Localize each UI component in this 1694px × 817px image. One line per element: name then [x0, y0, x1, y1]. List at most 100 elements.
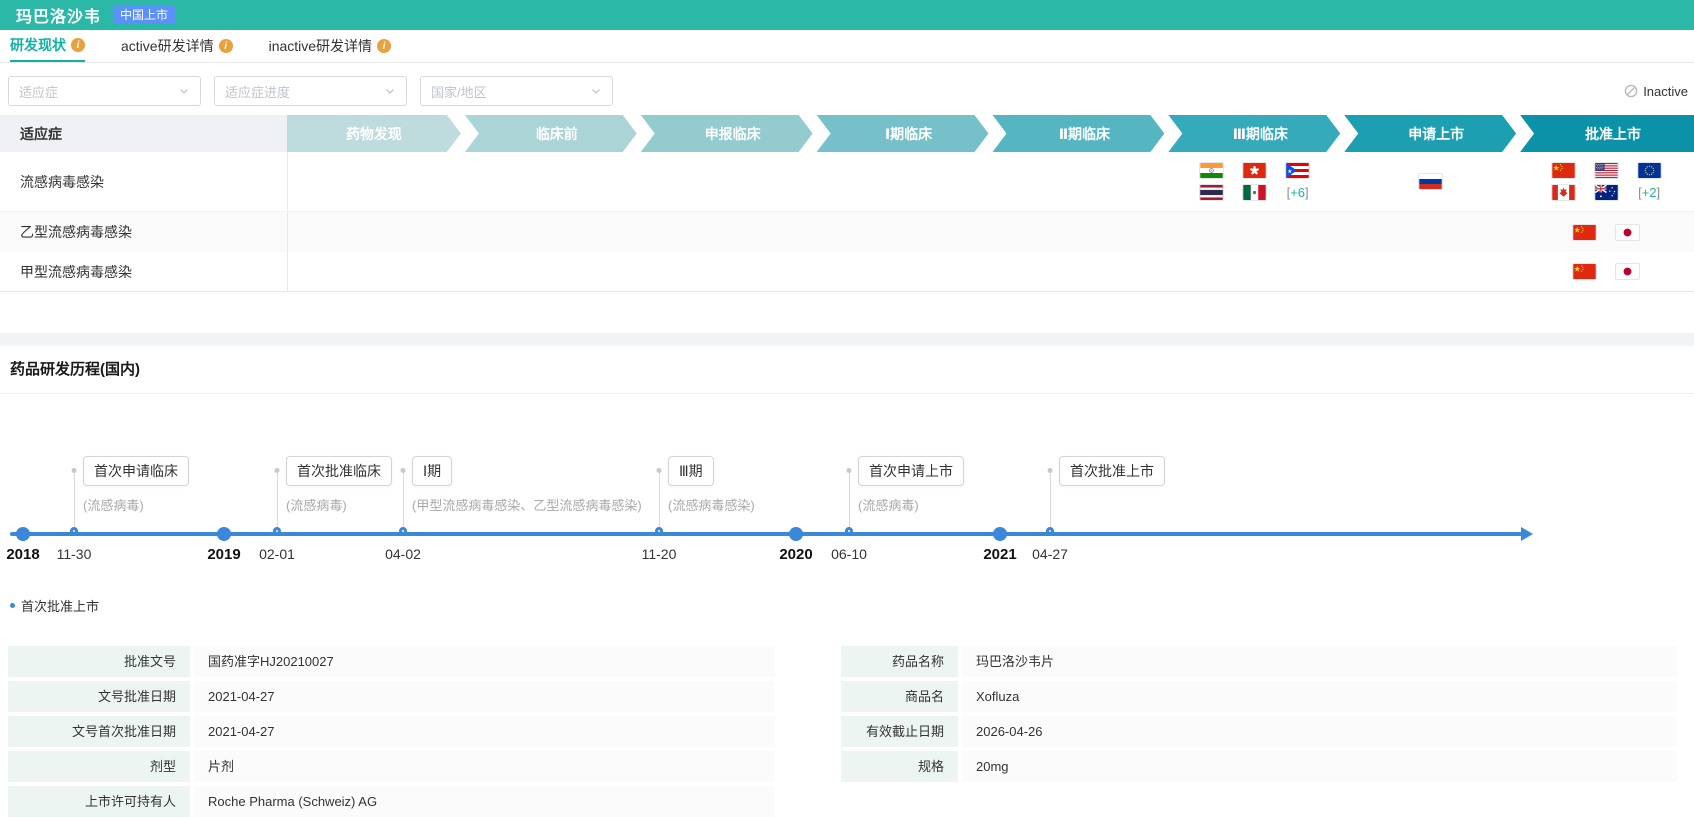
pipeline-cell: [815, 252, 991, 291]
pipeline-stages-svg: 药物发现临床前申报临床Ⅰ期临床Ⅱ期临床Ⅲ期临床申请上市批准上市: [287, 115, 1694, 152]
filter-row: 适应症 适应症进度 国家/地区 Inactive: [8, 76, 1694, 106]
detail-row: 文号批准日期2021-04-27: [8, 681, 775, 712]
timeline-year-label: 2019: [207, 546, 240, 563]
svg-text:批准上市: 批准上市: [1585, 126, 1641, 142]
pipeline-cell: [464, 252, 640, 291]
inactive-toggle[interactable]: Inactive: [1624, 84, 1688, 99]
pipeline-cell: [ +6 ]: [1167, 152, 1343, 211]
flag-usa-icon: [1594, 162, 1619, 179]
timeline-event-sub: (流感病毒): [858, 495, 919, 514]
tab-active-rd-detail[interactable]: active研发详情 i: [121, 30, 233, 62]
pipeline-row: 乙型流感病毒感染: [0, 212, 1694, 252]
chevron-down-icon: [384, 85, 396, 97]
indication-column-header: 适应症: [0, 115, 287, 152]
pipeline-cell: [1343, 152, 1519, 211]
flag-china-icon: [1572, 224, 1597, 241]
select-placeholder: 适应症进度: [225, 82, 290, 101]
stage-header-5: Ⅲ期临床: [1168, 115, 1340, 152]
timeline-stem: [659, 473, 660, 532]
tab-rd-status[interactable]: 研发现状i: [10, 30, 85, 62]
pipeline-cell: [1343, 212, 1519, 252]
timeline-date-label: 06-10: [831, 546, 867, 562]
select-placeholder: 适应症: [19, 82, 58, 101]
timeline-event-sub: (流感病毒): [83, 495, 144, 514]
detail-value: 片剂: [194, 751, 775, 782]
pipeline-cell: [1167, 212, 1343, 252]
pipeline-header: 适应症 药物发现临床前申报临床Ⅰ期临床Ⅱ期临床Ⅲ期临床申请上市批准上市: [0, 115, 1694, 152]
more-countries[interactable]: [ +2 ]: [1637, 185, 1662, 200]
pipeline-cell: [991, 152, 1167, 211]
detail-label: 有效截止日期: [841, 716, 958, 747]
filter-select-country-region[interactable]: 国家/地区: [420, 76, 613, 106]
detail-value: 20mg: [962, 751, 1677, 782]
pipeline-row-cells: [ +6 ] [ +2 ]: [287, 152, 1694, 211]
filter-select-indication[interactable]: 适应症: [8, 76, 201, 106]
pipeline-cell: [288, 152, 464, 211]
tab-label: active研发详情: [121, 36, 214, 56]
flag-line: [1572, 224, 1640, 241]
timeline-year-label: 2018: [6, 546, 39, 563]
approval-title-label: 首次批准上市: [21, 596, 99, 615]
timeline-date-label: 11-20: [642, 546, 677, 562]
stage-header-6: 申请上市: [1344, 115, 1516, 152]
prohibit-icon: [1624, 84, 1638, 98]
flag-india-icon: [1199, 162, 1224, 179]
more-countries[interactable]: [ +6 ]: [1285, 185, 1310, 200]
svg-text:Ⅰ期临床: Ⅰ期临床: [885, 126, 933, 142]
detail-value: Roche Pharma (Schweiz) AG: [194, 786, 775, 817]
detail-label: 上市许可持有人: [8, 786, 190, 817]
timeline-year-dot: [993, 527, 1007, 541]
detail-row: 剂型片剂: [8, 751, 775, 782]
detail-label: 文号批准日期: [8, 681, 190, 712]
app-header: 玛巴洛沙韦 中国上市: [0, 0, 1694, 30]
timeline-event-label: 首次申请临床: [83, 456, 189, 486]
tab-label: inactive研发详情: [269, 36, 372, 56]
timeline-date-label: 04-27: [1032, 546, 1068, 562]
flag-australia-icon: [1594, 184, 1619, 201]
filter-select-indication-progress[interactable]: 适应症进度: [214, 76, 407, 106]
bullet-dot-icon: [10, 603, 15, 608]
timeline-arrow-icon: [1521, 527, 1533, 541]
svg-text:申请上市: 申请上市: [1408, 126, 1464, 142]
pipeline-row: 甲型流感病毒感染: [0, 252, 1694, 292]
flag-mexico-icon: [1242, 184, 1267, 201]
flag-european-union-icon: [1637, 162, 1662, 179]
timeline-event-node: [1046, 527, 1054, 535]
timeline-date-label: 02-01: [259, 546, 295, 562]
stage-header-2: 申报临床: [641, 115, 813, 152]
detail-row: 文号首次批准日期2021-04-27: [8, 716, 775, 747]
detail-table-left: 批准文号国药准字HJ20210027文号批准日期2021-04-27文号首次批准…: [8, 646, 775, 817]
timeline-year-dot: [16, 527, 30, 541]
timeline-event-label: Ⅰ期: [412, 456, 452, 486]
timeline-event-label: 首次申请上市: [858, 456, 964, 486]
chevron-down-icon: [590, 85, 602, 97]
pipeline-cell: [ +2 ]: [1518, 152, 1694, 211]
pipeline-cell: [640, 152, 816, 211]
pipeline-cell: [640, 212, 816, 252]
approval-detail-tables: 批准文号国药准字HJ20210027文号批准日期2021-04-27文号首次批准…: [0, 646, 1694, 817]
tab-inactive-rd-detail[interactable]: inactive研发详情i: [269, 30, 391, 62]
timeline-stem: [403, 473, 404, 532]
stage-header-4: Ⅱ期临床: [993, 115, 1165, 152]
detail-label: 文号首次批准日期: [8, 716, 190, 747]
detail-value: 2026-04-26: [962, 716, 1677, 747]
spacer: [0, 292, 1694, 333]
flag-russia-icon: [1418, 173, 1443, 190]
section-divider-band: [0, 333, 1694, 346]
history-timeline: 2018首次申请临床(流感病毒)11-302019首次批准临床(流感病毒)02-…: [0, 394, 1694, 580]
info-icon: i: [219, 39, 233, 53]
drug-title: 玛巴洛沙韦: [16, 3, 101, 27]
detail-value: 2021-04-27: [194, 681, 775, 712]
detail-value: Xofluza: [962, 681, 1677, 712]
timeline-stem-dot: [1048, 468, 1053, 473]
timeline-date-label: 04-02: [385, 546, 421, 562]
pipeline-cell: [640, 252, 816, 291]
timeline-event-label: 首次批准上市: [1059, 456, 1165, 486]
detail-row: 药品名称玛巴洛沙韦片: [841, 646, 1677, 677]
history-section-title: 药品研发历程(国内): [0, 346, 1694, 394]
timeline-stem-dot: [401, 468, 406, 473]
pipeline-cell: [1167, 252, 1343, 291]
flag-japan-icon: [1615, 224, 1640, 241]
timeline-stem: [849, 473, 850, 532]
pipeline-cell: [464, 152, 640, 211]
